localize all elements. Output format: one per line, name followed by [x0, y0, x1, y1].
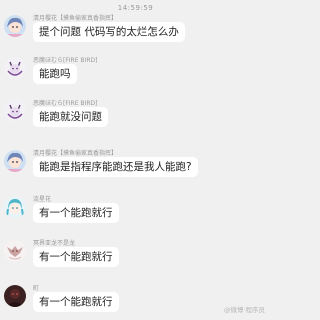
chat-message: 冥界亚龙不是龙 有一个能跑就行 [4, 238, 266, 272]
dark-avatar-icon[interactable] [4, 285, 26, 307]
sender-name: 清月樱花【摸鱼偷家真香指挥】 [33, 15, 118, 22]
chat-message: 恶魔ほむら[FIRE BIRD] 能跑吗 [4, 55, 266, 89]
sender-name: 清月樱花【摸鱼偷家真香指挥】 [33, 150, 118, 157]
sender-name: 流星花 [33, 196, 52, 203]
sender-name: 恶魔ほむら[FIRE BIRD] [33, 57, 98, 64]
anime-girl-avatar-icon[interactable] [4, 15, 26, 37]
weibo-watermark: @微博·程序员 [223, 306, 265, 314]
blue-hair-avatar-icon[interactable] [4, 196, 26, 218]
message-bubble[interactable]: 有一个能跑就行 [33, 247, 119, 267]
message-bubble[interactable]: 能跑吗 [33, 64, 77, 84]
demon-avatar-icon[interactable] [4, 100, 26, 122]
message-bubble[interactable]: 有一个能跑就行 [33, 292, 119, 312]
message-timestamp: 14:59:59 [117, 4, 154, 12]
chat-message: 清月樱花【摸鱼偷家真香指挥】 能跑是指程序能跑还是我人能跑? [4, 148, 266, 182]
sender-name: 町 [33, 285, 40, 292]
chat-message: 流星花 有一个能跑就行 [4, 194, 266, 228]
message-bubble[interactable]: 有一个能跑就行 [33, 203, 119, 223]
message-bubble[interactable]: 能跑是指程序能跑还是我人能跑? [33, 157, 198, 177]
message-bubble[interactable]: 能跑就没问题 [33, 107, 108, 127]
sender-name: 恶魔ほむら[FIRE BIRD] [33, 100, 98, 107]
anime-girl-avatar-icon[interactable] [4, 150, 26, 172]
chat-message: 清月樱花【摸鱼偷家真香指挥】 提个问题 代码写的太烂怎么办 [4, 13, 266, 47]
sender-name: 冥界亚龙不是龙 [33, 240, 76, 247]
chat-message: 恶魔ほむら[FIRE BIRD] 能跑就没问题 [4, 98, 266, 132]
chat-window: 14:59:59 清月樱花【摸鱼偷家真香指挥】 提个问题 代码写的太烂怎么办 恶… [0, 0, 271, 320]
message-bubble[interactable]: 提个问题 代码写的太烂怎么办 [33, 22, 185, 42]
demon-avatar-icon[interactable] [4, 57, 26, 79]
dragon-avatar-icon[interactable] [4, 240, 26, 262]
